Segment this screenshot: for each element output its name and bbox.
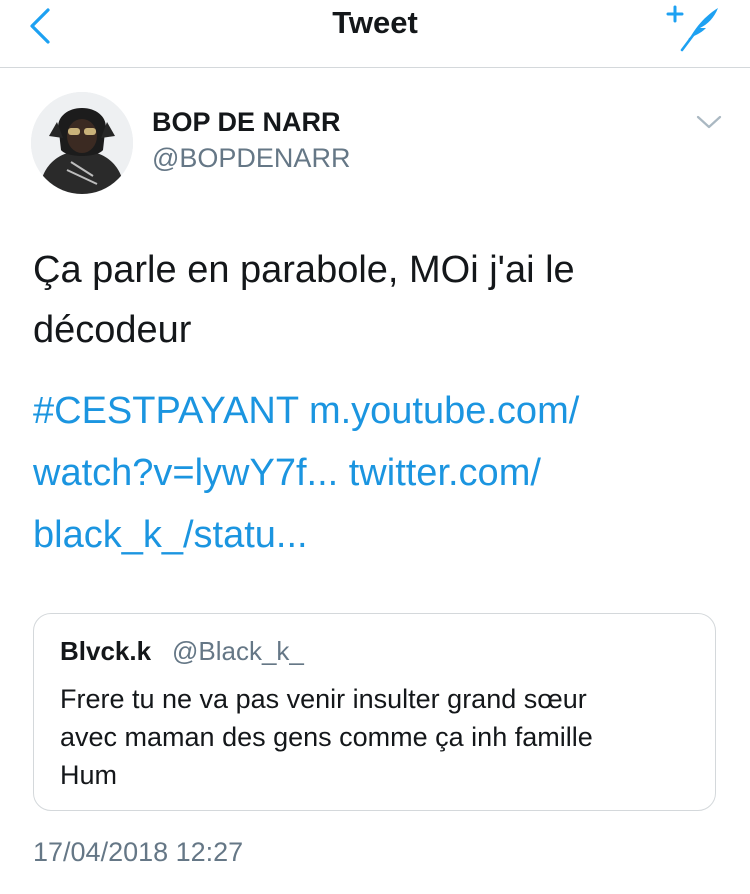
links-line: black_k_/statu...: [33, 504, 713, 566]
page-title: Tweet: [332, 5, 418, 40]
tweet-text-line: Ça parle en parabole, MOi j'ai le: [33, 249, 575, 291]
compose-feather-icon: [666, 5, 718, 52]
quoted-tweet-card[interactable]: Blvck.k @Black_k_ Frere tu ne va pas ven…: [33, 613, 716, 811]
link-spacer: [298, 390, 309, 432]
links-line: watch?v=lywY7f... twitter.com/: [33, 442, 713, 504]
hashtag-link[interactable]: #CESTPAYANT: [33, 390, 298, 432]
quoted-author-name: Blvck.k: [60, 636, 152, 666]
quoted-text-line: Hum: [60, 760, 118, 790]
tweet-menu-button[interactable]: [695, 112, 723, 132]
tweet-timestamp: 17/04/2018 12:27: [33, 837, 244, 867]
nav-header: Tweet: [0, 0, 750, 68]
link-spacer: [338, 452, 349, 494]
twitter-status-link[interactable]: black_k_/statu...: [33, 514, 308, 556]
twitter-status-link[interactable]: twitter.com/: [349, 452, 541, 494]
avatar-image: [31, 92, 133, 194]
quoted-tweet-body: Frere tu ne va pas venir insulter grand …: [60, 680, 700, 794]
author-handle[interactable]: @BOPDENARR: [152, 143, 350, 174]
youtube-link[interactable]: watch?v=lywY7f...: [33, 452, 338, 494]
quoted-author-handle: @Black_k_: [172, 636, 304, 666]
quoted-text-line: avec maman des gens comme ça inh famille: [60, 722, 593, 752]
links-line: #CESTPAYANT m.youtube.com/: [33, 380, 713, 442]
author-name[interactable]: BOP DE NARR: [152, 107, 341, 138]
author-avatar[interactable]: [31, 92, 133, 194]
chevron-down-icon: [696, 115, 722, 129]
quoted-text-line: Frere tu ne va pas venir insulter grand …: [60, 684, 587, 714]
tweet-text-line: décodeur: [33, 309, 192, 351]
tweet-links: #CESTPAYANT m.youtube.com/ watch?v=lywY7…: [33, 380, 713, 566]
tweet-body: Ça parle en parabole, MOi j'ai le décode…: [33, 240, 713, 360]
compose-tweet-button[interactable]: [662, 2, 724, 52]
youtube-link[interactable]: m.youtube.com/: [309, 390, 579, 432]
